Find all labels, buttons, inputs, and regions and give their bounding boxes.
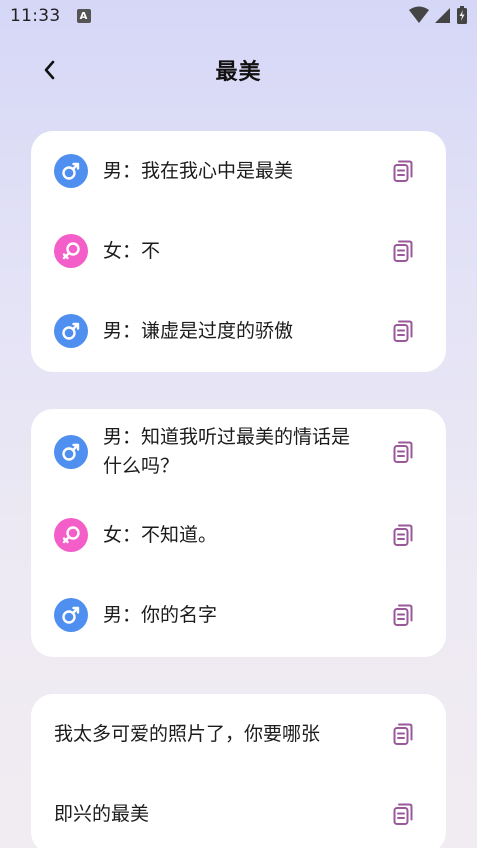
status-bar: 11:33 A	[0, 0, 477, 32]
male-avatar-icon	[54, 435, 88, 469]
line-text: 男：你的名字	[103, 603, 218, 626]
male-symbol-icon	[62, 606, 80, 624]
line-text: 女：不知道。	[103, 523, 218, 546]
dialogue-line: 男：我在我心中是最美	[31, 131, 446, 211]
notification-icon: A	[76, 9, 91, 23]
wifi-icon	[409, 6, 429, 23]
male-symbol-icon	[62, 322, 80, 340]
dialogue-card: 男：知道我听过最美的情话是什么吗？ 女：不知道。 男：你的名字	[31, 409, 446, 657]
copy-icon	[393, 240, 413, 262]
copy-button[interactable]	[391, 722, 415, 746]
dialogue-line: 男：你的名字	[31, 575, 446, 655]
line-text: 男：知道我听过最美的情话是什么吗？	[103, 426, 351, 477]
female-symbol-icon	[62, 526, 80, 544]
dialogue-line: 女：不知道。	[31, 495, 446, 575]
line-text: 即兴的最美	[54, 802, 150, 825]
line-text: 我太多可爱的照片了，你要哪张	[54, 722, 321, 745]
male-avatar-icon	[54, 154, 88, 188]
copy-icon	[393, 441, 413, 463]
dialogue-line: 女：不	[31, 211, 446, 291]
female-avatar-icon	[54, 234, 88, 268]
dialogue-line: 即兴的最美	[31, 774, 446, 848]
female-symbol-icon	[62, 242, 80, 260]
male-symbol-icon	[62, 443, 80, 461]
copy-button[interactable]	[391, 159, 415, 183]
male-symbol-icon	[62, 162, 80, 180]
male-avatar-icon	[54, 314, 88, 348]
status-time: 11:33	[10, 6, 61, 26]
back-button[interactable]	[34, 54, 66, 86]
copy-icon	[393, 803, 413, 825]
status-icons	[409, 6, 467, 24]
line-text: 女：不	[103, 239, 161, 262]
battery-icon	[457, 6, 467, 24]
dialogue-card: 我太多可爱的照片了，你要哪张 即兴的最美	[31, 694, 446, 848]
female-avatar-icon	[54, 518, 88, 552]
dialogue-card: 男：我在我心中是最美 女：不男：谦虚是过度的骄傲	[31, 131, 446, 372]
copy-button[interactable]	[391, 802, 415, 826]
dialogue-line: 男：谦虚是过度的骄傲	[31, 291, 446, 371]
copy-button[interactable]	[391, 440, 415, 464]
male-avatar-icon	[54, 598, 88, 632]
copy-icon	[393, 160, 413, 182]
dialogue-line: 我太多可爱的照片了，你要哪张	[31, 694, 446, 774]
copy-button[interactable]	[391, 603, 415, 627]
copy-icon	[393, 723, 413, 745]
copy-button[interactable]	[391, 239, 415, 263]
line-text: 男：谦虚是过度的骄傲	[103, 319, 294, 342]
chevron-left-icon	[44, 60, 55, 80]
copy-icon	[393, 604, 413, 626]
header: 最美	[0, 40, 477, 100]
page-title: 最美	[215, 60, 262, 85]
copy-icon	[393, 320, 413, 342]
line-text: 男：我在我心中是最美	[103, 159, 294, 182]
copy-icon	[393, 524, 413, 546]
copy-button[interactable]	[391, 319, 415, 343]
signal-icon	[435, 8, 450, 23]
copy-button[interactable]	[391, 523, 415, 547]
dialogue-line: 男：知道我听过最美的情话是什么吗？	[31, 409, 446, 495]
